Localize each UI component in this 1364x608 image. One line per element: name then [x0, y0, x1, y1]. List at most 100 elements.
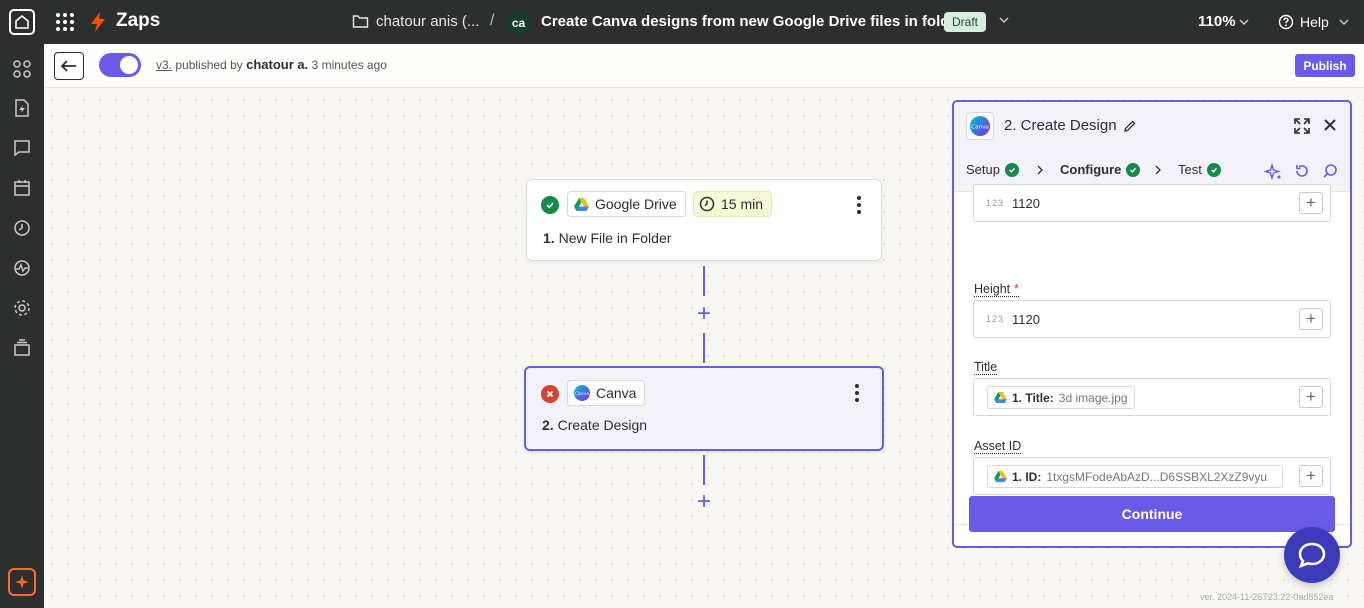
ai-sparkle-icon[interactable]	[1264, 163, 1282, 181]
home-button[interactable]	[9, 9, 35, 35]
mapped-data-pill[interactable]: 1. Title: 3d image.jpg	[987, 386, 1135, 409]
pencil-edit-icon[interactable]	[1123, 119, 1137, 133]
insert-data-button[interactable]: +	[1299, 308, 1323, 330]
asset-id-label: Asset ID	[974, 439, 1022, 454]
add-step-plus-icon[interactable]: +	[694, 302, 714, 326]
connector-line	[703, 455, 705, 485]
pill-value: 3d image.jpg	[1058, 390, 1128, 405]
action-step-card[interactable]: Canva Canva 2. Create Design	[524, 366, 884, 451]
required-asterisk: *	[1014, 282, 1020, 296]
published-time: 3 minutes ago	[311, 58, 387, 72]
mapped-data-pill[interactable]: 1. ID: 1txgsMFodeAbAzD...D6SSBXL2XzZ9vyu	[987, 465, 1283, 488]
field-label-text: Height	[974, 282, 1011, 296]
zap-file-icon[interactable]	[12, 98, 32, 118]
close-icon[interactable]	[1322, 117, 1338, 133]
top-bar: Zaps chatour anis (... / ca Create Canva…	[0, 0, 1364, 44]
kebab-menu-icon[interactable]	[854, 384, 860, 402]
height-value: 1120	[1012, 312, 1040, 327]
app-title[interactable]: Zaps	[116, 10, 160, 32]
zoom-level[interactable]: 110%	[1198, 13, 1236, 30]
settings-gear-icon[interactable]	[12, 298, 32, 318]
pill-value: 1txgsMFodeAbAzD...D6SSBXL2XzZ9vyu	[1046, 469, 1268, 484]
publish-button[interactable]: Publish	[1295, 54, 1355, 77]
history-clock-icon[interactable]	[12, 218, 32, 238]
build-version: ver. 2024-11-26T23:22-0ad852ea	[1200, 592, 1334, 602]
expand-icon[interactable]	[1293, 117, 1311, 135]
app-chip-label: Google Drive	[595, 196, 677, 212]
title-field[interactable]: 1. Title: 3d image.jpg +	[973, 378, 1331, 416]
search-icon[interactable]	[1322, 163, 1338, 179]
width-field[interactable]: 123 1120 +	[973, 184, 1331, 222]
continue-button[interactable]: Continue	[969, 496, 1335, 532]
folder-icon	[352, 15, 369, 28]
poll-interval-chip[interactable]: 15 min	[693, 191, 773, 217]
pill-key: 1. ID:	[1012, 469, 1042, 484]
title-label: Title	[974, 360, 998, 375]
help-menu[interactable]: Help	[1300, 14, 1329, 30]
avatar: ca	[506, 10, 531, 35]
google-drive-icon	[574, 197, 589, 211]
status-badge: Draft	[944, 12, 987, 32]
zapier-bolt-icon	[91, 12, 105, 32]
app-chip-canva[interactable]: Canva Canva	[567, 380, 646, 406]
app-chip-label: Canva	[596, 385, 637, 401]
activity-icon[interactable]	[12, 258, 32, 278]
step-name: Create Design	[557, 417, 648, 433]
tab-test[interactable]: Test	[1178, 162, 1221, 177]
tab-setup[interactable]: Setup	[966, 162, 1019, 177]
version-link[interactable]: v3.	[156, 58, 172, 72]
help-icon[interactable]	[1278, 14, 1294, 30]
tab-label: Setup	[966, 162, 1000, 177]
chevron-down-icon[interactable]	[1238, 16, 1250, 28]
panel-title[interactable]: 2. Create Design	[1004, 117, 1117, 134]
insert-data-button[interactable]: +	[1299, 386, 1323, 408]
sparkle-icon	[15, 575, 29, 589]
step-editor-panel: Canva 2. Create Design Setup Configure T…	[952, 100, 1352, 548]
author-name: chatour a.	[246, 57, 309, 72]
chevron-down-icon[interactable]	[1338, 16, 1350, 28]
zap-on-toggle[interactable]	[99, 53, 141, 77]
back-button[interactable]	[54, 52, 84, 80]
height-label: Height *	[974, 282, 1020, 297]
check-circle-icon	[1126, 162, 1141, 177]
tab-configure[interactable]: Configure	[1060, 162, 1141, 177]
add-step-plus-icon[interactable]: +	[694, 490, 714, 514]
svg-text:Canva: Canva	[971, 125, 989, 131]
tab-label: Test	[1178, 162, 1202, 177]
zap-title[interactable]: Create Canva designs from new Google Dri…	[541, 13, 964, 30]
chevron-right-icon	[1037, 165, 1043, 175]
number-type-icon: 123	[986, 198, 1005, 208]
chevron-right-icon	[1155, 165, 1161, 175]
apps-icon[interactable]	[12, 59, 32, 79]
app-chip-google-drive[interactable]: Google Drive	[567, 191, 686, 217]
canva-icon: Canva	[966, 112, 994, 140]
breadcrumb-separator: /	[490, 12, 495, 29]
chat-icon[interactable]	[12, 138, 32, 158]
copilot-button[interactable]	[8, 568, 36, 596]
trigger-step-card[interactable]: Google Drive 15 min 1. New File in Folde…	[526, 179, 882, 261]
undo-refresh-icon[interactable]	[1294, 163, 1310, 179]
insert-data-button[interactable]: +	[1299, 192, 1323, 214]
home-icon	[15, 14, 29, 29]
height-field[interactable]: 123 1120 +	[973, 300, 1331, 338]
check-circle-icon	[1206, 162, 1221, 177]
asset-id-field[interactable]: 1. ID: 1txgsMFodeAbAzD...D6SSBXL2XzZ9vyu…	[973, 457, 1331, 495]
insert-data-button[interactable]: +	[1299, 465, 1323, 487]
editor-subbar: v3. published by chatour a. 3 minutes ag…	[44, 44, 1364, 88]
support-chat-button[interactable]	[1284, 527, 1340, 583]
poll-interval-label: 15 min	[721, 196, 764, 212]
action-step-title: 2. Create Design	[542, 417, 647, 433]
apps-grid-icon[interactable]	[56, 13, 74, 31]
error-x-icon	[541, 385, 559, 403]
folder-breadcrumb[interactable]: chatour anis (...	[376, 13, 479, 30]
check-circle-icon	[1004, 162, 1019, 177]
kebab-menu-icon[interactable]	[856, 196, 862, 214]
arrow-left-icon	[60, 60, 76, 72]
svg-text:Canva: Canva	[575, 391, 589, 397]
chevron-down-icon[interactable]	[998, 14, 1010, 26]
calendar-icon[interactable]	[12, 178, 32, 198]
layers-icon[interactable]	[12, 338, 32, 358]
step-number: 1.	[543, 230, 555, 246]
number-type-icon: 123	[986, 314, 1005, 324]
left-sidebar	[0, 44, 44, 608]
